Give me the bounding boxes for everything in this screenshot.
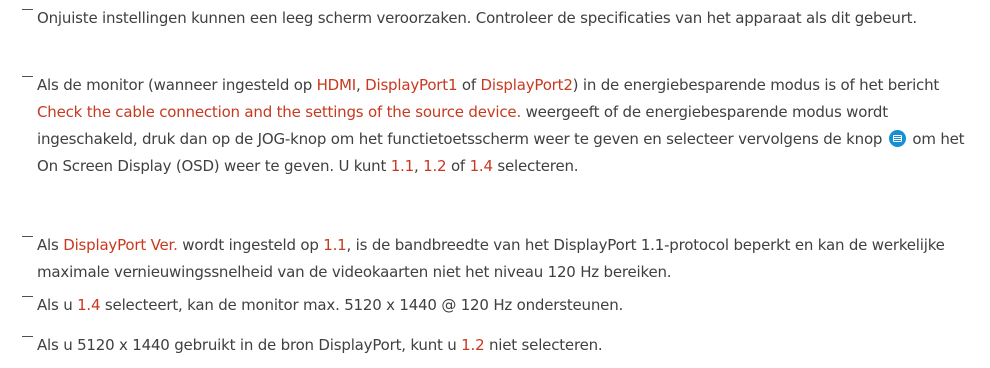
note-dash — [22, 296, 33, 297]
note-text-part: Als u — [37, 296, 78, 314]
note-dash — [22, 336, 33, 337]
note-text-part: ) in de energiebesparende modus is of he… — [572, 76, 940, 94]
setting-displayport-ver: DisplayPort Ver. — [63, 236, 178, 254]
note-text-part: of — [446, 157, 470, 175]
note-text-part: Als de monitor (wanneer ingesteld op — [37, 76, 317, 94]
option-1-2: 1.2 — [423, 157, 447, 175]
note-displayport-version: Als DisplayPort Ver. wordt ingesteld op … — [22, 232, 978, 286]
option-1-1: 1.1 — [323, 236, 347, 254]
manual-page: Onjuiste instellingen kunnen een leeg sc… — [0, 0, 990, 368]
note-text-part: Als u 5120 x 1440 gebruikt in de bron Di… — [37, 336, 462, 354]
note-dash — [22, 76, 33, 77]
osd-menu-icon — [888, 130, 906, 147]
note-text-part: niet selecteren. — [484, 336, 603, 354]
note-power-saving: Als de monitor (wanneer ingesteld op HDM… — [22, 72, 978, 180]
note-text: Onjuiste instellingen kunnen een leeg sc… — [37, 9, 917, 27]
separator: , — [355, 76, 366, 94]
option-1-1: 1.1 — [390, 157, 414, 175]
cable-message: Check the cable connection and the setti… — [37, 103, 522, 121]
option-1-4: 1.4 — [469, 157, 493, 175]
source-displayport1: DisplayPort1 — [365, 76, 458, 94]
note-blank-screen: Onjuiste instellingen kunnen een leeg sc… — [22, 5, 978, 32]
note-text-part: Als — [37, 236, 64, 254]
note-text-part: selecteert, kan de monitor max. 5120 x 1… — [100, 296, 624, 314]
note-dash — [22, 9, 33, 10]
source-hdmi: HDMI — [316, 76, 357, 94]
note-text-part: of — [457, 76, 481, 94]
note-text-part: wordt ingesteld op — [177, 236, 324, 254]
source-displayport2: DisplayPort2 — [480, 76, 573, 94]
option-1-4: 1.4 — [77, 296, 101, 314]
note-dash — [22, 236, 33, 237]
option-1-2: 1.2 — [461, 336, 485, 354]
separator: , — [413, 157, 424, 175]
note-resolution-limit: Als u 5120 x 1440 gebruikt in de bron Di… — [22, 332, 978, 359]
note-text-part: selecteren. — [492, 157, 579, 175]
note-select-1-4: Als u 1.4 selecteert, kan de monitor max… — [22, 292, 978, 319]
